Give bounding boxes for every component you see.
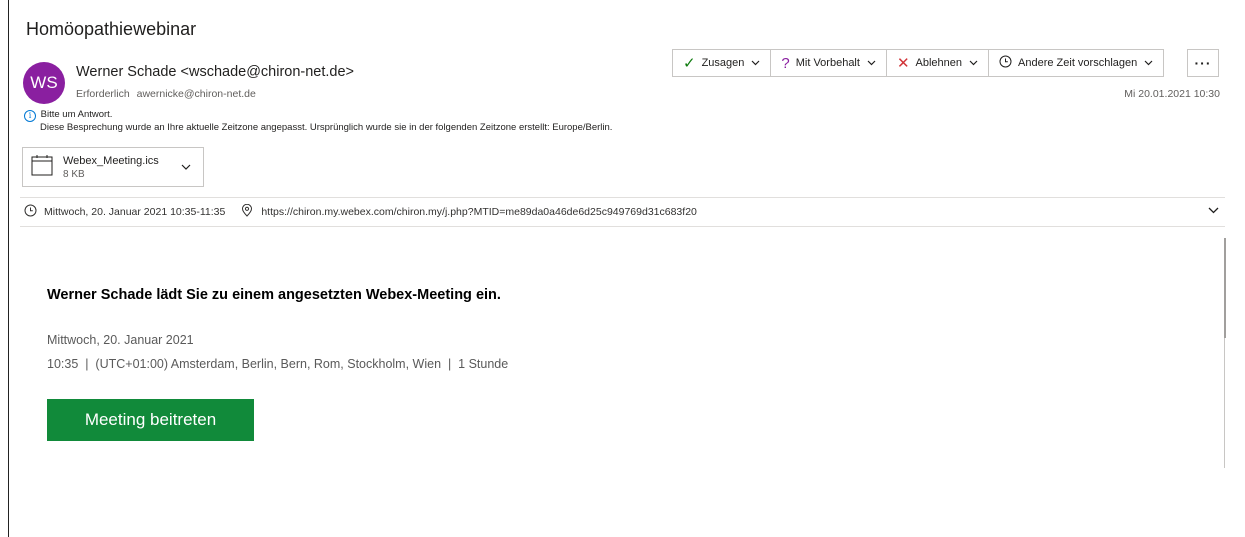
question-icon: ? (781, 54, 790, 72)
chevron-down-icon[interactable] (1208, 206, 1219, 217)
join-meeting-button[interactable]: Meeting beitreten (47, 399, 254, 441)
chevron-down-icon (867, 58, 876, 68)
invite-time: 10:35 | (UTC+01:00) Amsterdam, Berlin, B… (47, 357, 509, 371)
chevron-down-icon (1144, 58, 1153, 68)
more-actions-button[interactable]: ··· (1187, 49, 1219, 77)
received-date: Mi 20.01.2021 10:30 (1124, 88, 1220, 100)
attachment-meta: Webex_Meeting.ics 8 KB (63, 155, 181, 180)
email-subject: Homöopathiewebinar (26, 19, 197, 39)
email-reading-pane (8, 0, 1245, 537)
decline-button[interactable]: ✕ Ablehnen (887, 50, 990, 76)
response-toolbar: ✓ Zusagen ? Mit Vorbehalt ✕ Ablehnen And… (672, 49, 1165, 77)
scrollbar-thumb[interactable] (1224, 238, 1226, 338)
tentative-button[interactable]: ? Mit Vorbehalt (771, 50, 887, 76)
accept-label: Zusagen (701, 57, 745, 69)
clock-icon (20, 204, 44, 220)
invite-date: Mittwoch, 20. Januar 2021 (47, 333, 194, 347)
check-icon: ✓ (683, 54, 696, 72)
tentative-label: Mit Vorbehalt (795, 57, 860, 69)
decline-label: Ablehnen (915, 57, 963, 69)
required-address[interactable]: awernicke@chiron-net.de (137, 88, 256, 100)
attachment-card[interactable]: Webex_Meeting.ics 8 KB (22, 147, 204, 187)
attachment-size: 8 KB (63, 168, 85, 180)
reply-request-text: Bitte um Antwort. (40, 109, 113, 120)
sender-avatar[interactable]: WS (23, 62, 65, 104)
location-pin-icon (225, 203, 261, 220)
chevron-down-icon[interactable] (181, 162, 191, 173)
join-meeting-label: Meeting beitreten (84, 410, 217, 429)
close-icon: ✕ (896, 54, 910, 72)
meeting-time: Mittwoch, 20. Januar 2021 10:35-11:35 (44, 206, 226, 218)
invite-title: Werner Schade lädt Sie zu einem angesetz… (47, 287, 501, 303)
chevron-down-icon (751, 58, 760, 68)
sender-name[interactable]: Werner Schade <wschade@chiron-net.de> (76, 64, 354, 80)
meeting-details-bar: Mittwoch, 20. Januar 2021 10:35-11:35 ht… (20, 197, 1225, 227)
clock-icon (999, 55, 1012, 71)
attachment-name: Webex_Meeting.ics (63, 154, 159, 167)
timezone-note: Diese Besprechung wurde an Ihre aktuelle… (40, 122, 613, 133)
calendar-icon (23, 154, 53, 181)
required-attendees: Erforderlich awernicke@chiron-net.de (76, 88, 256, 100)
propose-time-label: Andere Zeit vorschlagen (1018, 57, 1138, 69)
accept-button[interactable]: ✓ Zusagen (673, 50, 772, 76)
avatar-initials: WS (30, 73, 58, 92)
meeting-location[interactable]: https://chiron.my.webex.com/chiron.my/j.… (261, 206, 697, 218)
info-notice: i Bitte um Antwort. Diese Besprechung wu… (24, 109, 612, 134)
required-label: Erforderlich (76, 88, 130, 100)
chevron-down-icon (969, 58, 978, 68)
propose-time-button[interactable]: Andere Zeit vorschlagen (989, 50, 1163, 76)
info-icon: i (24, 110, 36, 122)
